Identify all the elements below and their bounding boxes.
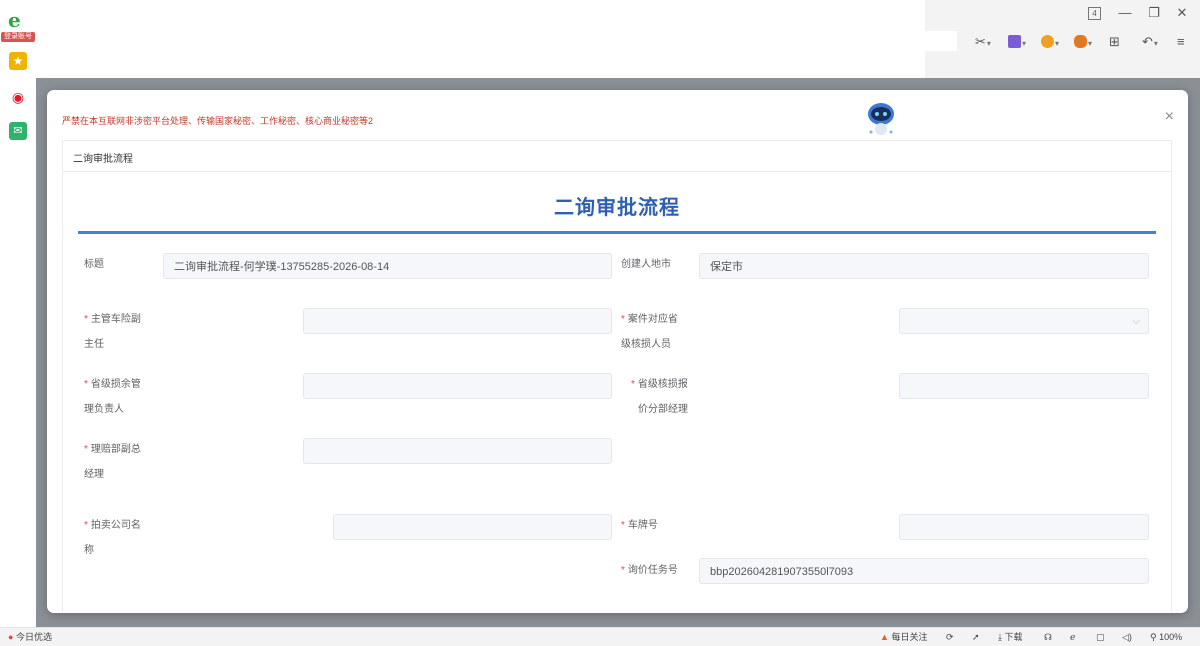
robot-assistant-icon[interactable] [863,100,899,138]
grid-icon[interactable]: ⊞ [1109,32,1120,52]
province-residual-field[interactable] [303,373,612,399]
browser-statusbar: ● 今日优选 ▲ 每日关注 ⟳ ➚ ⤓ 下载 ☊ ℯ ▢ ◁) ⚲ 100% [0,627,1200,646]
province-quote-field[interactable] [899,373,1149,399]
security-warning: 严禁在本互联网非涉密平台处理、传输国家秘密、工作秘密、核心商业秘密等2 [62,116,374,126]
car-insurance-vice-label: * 主管车险副 [84,314,141,325]
panel-header: 二询审批流程 [63,141,1171,172]
chevron-down-icon: ⌵ [1132,316,1140,327]
title-label: 标题 [84,259,104,270]
car-insurance-vice-field[interactable] [303,308,612,334]
tab-count-badge[interactable]: 4 [1088,7,1101,20]
scissors-icon[interactable]: ✂▾ [975,32,991,52]
province-residual-label-cont: 理负责人 [84,404,124,415]
claims-vice-field[interactable] [303,438,612,464]
creator-city-field[interactable]: 保定市 [699,253,1149,279]
address-bar-fragment[interactable] [925,31,957,51]
title-field[interactable]: 二询审批流程-何学璞-13755285-2026-08-14 [163,253,612,279]
inquiry-task-field[interactable]: bbp2026042819073550l7093 [699,558,1149,584]
close-icon[interactable]: ✕ [1175,4,1189,22]
refresh-icon[interactable]: ⟳ [946,631,954,643]
panel-title: 二询审批流程 [73,154,133,165]
plate-field[interactable] [899,514,1149,540]
form-panel: 二询审批流程 二询审批流程 标题 二询审批流程-何学璞-13755285-202… [62,140,1172,613]
page-top-area [36,0,926,78]
plate-label: * 车牌号 [621,520,658,531]
creator-city-label: 创建人地市 [621,259,671,270]
restore-icon[interactable]: ❐ [1147,4,1161,22]
case-province-label-cont: 级核损人员 [621,339,671,350]
form-title-rule [78,231,1156,234]
claims-vice-label-cont: 经理 [84,469,104,480]
zoom-control[interactable]: ⚲ 100% [1150,631,1182,643]
weibo-icon[interactable]: ◉ [9,88,27,106]
browser-sidebar: e 登录账号 ★ ◉ ✉ [0,0,37,627]
today-pick[interactable]: ● 今日优选 [8,631,52,643]
case-province-select[interactable]: ⌵ [899,308,1149,334]
approval-dialog: 严禁在本互联网非涉密平台处理、传输国家秘密、工作秘密、核心商业秘密等2 × 二询… [47,90,1188,613]
province-quote-label-cont: 价分部经理 [638,404,688,415]
fire-icon: ▲ [880,632,889,642]
auction-company-label: * 拍卖公司名 [84,520,141,531]
case-province-label: * 案件对应省 [621,314,678,325]
headphone-icon[interactable]: ☊ [1044,631,1052,643]
window-icon[interactable]: ▢ [1096,631,1105,643]
dialog-close-icon[interactable]: × [1165,108,1174,126]
volume-icon[interactable]: ◁) [1122,631,1132,643]
favorite-icon[interactable]: ★ [9,52,27,70]
auction-company-label-cont: 称 [84,545,94,556]
car-insurance-vice-label-cont: 主任 [84,339,104,350]
shield-icon[interactable]: ▾ [1041,32,1059,52]
menu-icon[interactable]: ≡ [1177,32,1185,52]
download[interactable]: ⤓ 下载 [998,631,1023,643]
login-badge[interactable]: 登录账号 [1,32,35,42]
inquiry-task-label: * 询价任务号 [621,565,678,576]
province-residual-label: * 省级损余管 [84,379,141,390]
heart-icon: ● [8,632,14,642]
auction-company-field[interactable] [333,514,612,540]
translate-icon[interactable]: ▾ [1008,32,1026,52]
province-quote-label: * 省级核损报 [631,379,688,390]
mail-icon[interactable]: ✉ [9,122,27,140]
ie-mode-icon[interactable]: ℯ [1070,631,1075,643]
form-title: 二询审批流程 [554,197,680,219]
minimize-icon[interactable]: — [1118,4,1132,22]
browser-toolbar: ✂▾ ▾ ▾ ▾ ⊞ ↶▾ ≡ [925,30,1200,56]
ie-icon[interactable]: e [8,10,28,30]
claims-vice-label: * 理赔部副总 [84,444,141,455]
daily-follow[interactable]: ▲ 每日关注 [880,631,927,643]
rocket-icon[interactable]: ➚ [972,631,980,643]
undo-icon[interactable]: ↶▾ [1142,32,1158,52]
game-icon[interactable]: ▾ [1074,32,1092,52]
